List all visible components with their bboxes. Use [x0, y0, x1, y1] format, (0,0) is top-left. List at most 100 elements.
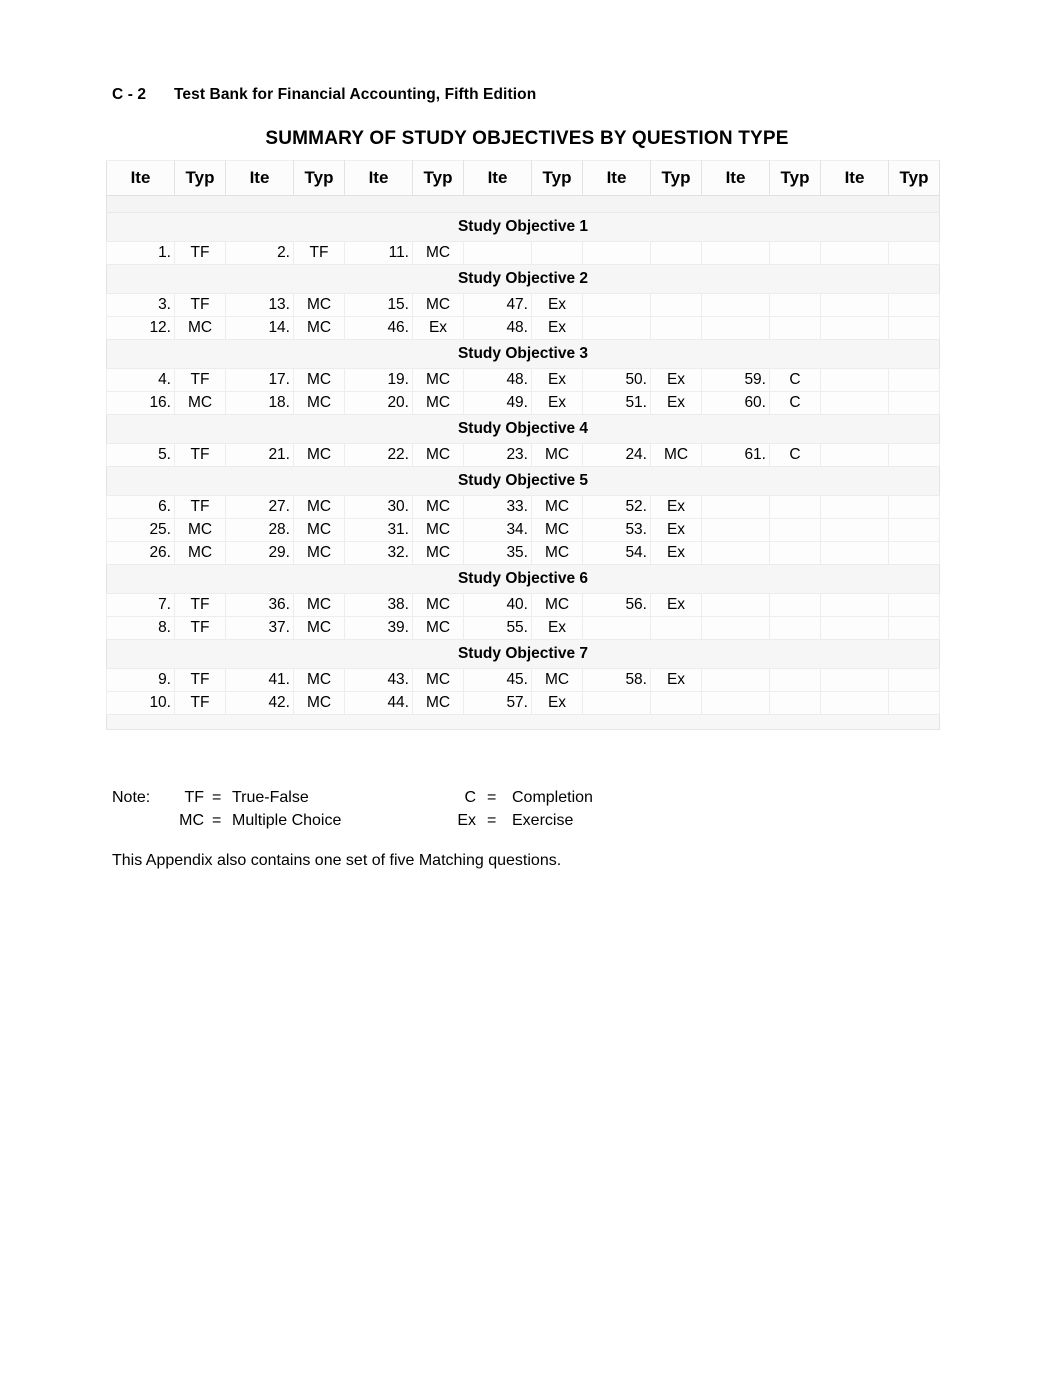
question-number-cell: 50. [582, 368, 651, 392]
question-type-cell: MC [174, 316, 226, 340]
question-type-cell: C [769, 443, 821, 467]
column-header-item: Ite [701, 160, 770, 196]
question-type-cell: MC [174, 518, 226, 542]
table-tail-cell [106, 714, 940, 730]
question-number-cell: 36. [225, 593, 294, 617]
question-type-cell: Ex [650, 541, 702, 565]
question-type-cell [888, 391, 940, 415]
legend-equals-ex: = [487, 812, 497, 829]
legend-abbr-mc: MC [179, 812, 204, 829]
study-objective-title: Study Objective 3 [106, 339, 940, 369]
question-number-cell: 56. [582, 593, 651, 617]
note-label: Note: [112, 789, 151, 806]
question-number-cell: 8. [106, 616, 175, 640]
question-number-cell: 29. [225, 541, 294, 565]
legend-abbr-tf: TF [184, 789, 204, 806]
question-type-cell [888, 495, 940, 519]
question-number-cell: 12. [106, 316, 175, 340]
question-type-cell: MC [531, 443, 583, 467]
question-number-cell: 46. [344, 316, 413, 340]
legend-definition-ex: Exercise [512, 812, 574, 829]
question-number-cell [820, 518, 889, 542]
question-type-cell: TF [174, 293, 226, 317]
question-type-cell: Ex [650, 518, 702, 542]
table-row: 4. TF 17. MC 19. MC 48. Ex 50. Ex 59. C [106, 368, 940, 392]
question-type-cell: MC [412, 443, 464, 467]
question-type-cell [888, 293, 940, 317]
legend-equals-tf: = [212, 789, 222, 806]
question-number-cell: 6. [106, 495, 175, 519]
question-number-cell [820, 391, 889, 415]
question-type-cell [650, 293, 702, 317]
question-type-cell [650, 241, 702, 265]
question-number-cell: 27. [225, 495, 294, 519]
study-objective-banner-row: Study Objective 7 [106, 639, 940, 669]
question-type-cell: MC [293, 593, 345, 617]
question-number-cell [701, 495, 770, 519]
question-number-cell: 38. [344, 593, 413, 617]
table-row: 7. TF 36. MC 38. MC 40. MC 56. Ex [106, 593, 940, 617]
question-number-cell: 19. [344, 368, 413, 392]
study-objective-title: Study Objective 6 [106, 564, 940, 594]
question-type-cell: MC [412, 293, 464, 317]
question-number-cell: 39. [344, 616, 413, 640]
column-header-type: Typ [174, 160, 226, 196]
question-type-cell [888, 616, 940, 640]
question-type-cell [888, 691, 940, 715]
question-type-cell [888, 241, 940, 265]
legend-abbr-ex: Ex [457, 812, 476, 829]
question-number-cell: 25. [106, 518, 175, 542]
question-number-cell: 11. [344, 241, 413, 265]
question-type-cell: TF [174, 691, 226, 715]
question-number-cell: 9. [106, 668, 175, 692]
legend-line-1: Note: TF = True-False C = Completion [112, 786, 812, 809]
question-type-cell: TF [174, 616, 226, 640]
question-number-cell: 52. [582, 495, 651, 519]
question-type-cell: Ex [650, 368, 702, 392]
question-number-cell: 60. [701, 391, 770, 415]
legend-equals-mc: = [212, 812, 222, 829]
question-number-cell: 24. [582, 443, 651, 467]
study-objective-title: Study Objective 5 [106, 466, 940, 496]
document-page: C - 2 Test Bank for Financial Accounting,… [0, 0, 1062, 1376]
question-number-cell: 18. [225, 391, 294, 415]
question-number-cell: 47. [463, 293, 532, 317]
page-folio: C - 2 [112, 86, 147, 103]
question-number-cell [820, 316, 889, 340]
question-number-cell: 3. [106, 293, 175, 317]
column-header-type: Typ [531, 160, 583, 196]
running-header: C - 2 Test Bank for Financial Accounting,… [112, 86, 942, 104]
question-type-cell: Ex [412, 316, 464, 340]
table-row: 16. MC 18. MC 20. MC 49. Ex 51. Ex 60. C [106, 391, 940, 415]
question-number-cell: 14. [225, 316, 294, 340]
question-number-cell: 37. [225, 616, 294, 640]
table-tail-row [106, 714, 940, 730]
question-type-cell: Ex [531, 616, 583, 640]
column-header-type: Typ [293, 160, 345, 196]
question-type-cell: MC [174, 541, 226, 565]
question-number-cell [820, 593, 889, 617]
column-header-item: Ite [344, 160, 413, 196]
study-objective-banner-row: Study Objective 2 [106, 264, 940, 294]
study-objective-banner-row: Study Objective 5 [106, 466, 940, 496]
question-number-cell [701, 293, 770, 317]
question-type-cell: Ex [531, 691, 583, 715]
question-number-cell: 53. [582, 518, 651, 542]
question-type-cell: MC [531, 518, 583, 542]
question-type-cell: MC [174, 391, 226, 415]
question-type-cell: Ex [531, 316, 583, 340]
column-header-type: Typ [888, 160, 940, 196]
question-type-cell [650, 316, 702, 340]
question-number-cell: 34. [463, 518, 532, 542]
question-number-cell: 48. [463, 368, 532, 392]
table-row: 26. MC 29. MC 32. MC 35. MC 54. Ex [106, 541, 940, 565]
question-type-cell: TF [174, 668, 226, 692]
question-number-cell: 51. [582, 391, 651, 415]
question-number-cell: 22. [344, 443, 413, 467]
legend-definition-mc: Multiple Choice [232, 812, 342, 829]
question-number-cell: 2. [225, 241, 294, 265]
question-number-cell: 13. [225, 293, 294, 317]
question-type-cell: C [769, 391, 821, 415]
question-type-cell: MC [412, 391, 464, 415]
question-number-cell: 28. [225, 518, 294, 542]
